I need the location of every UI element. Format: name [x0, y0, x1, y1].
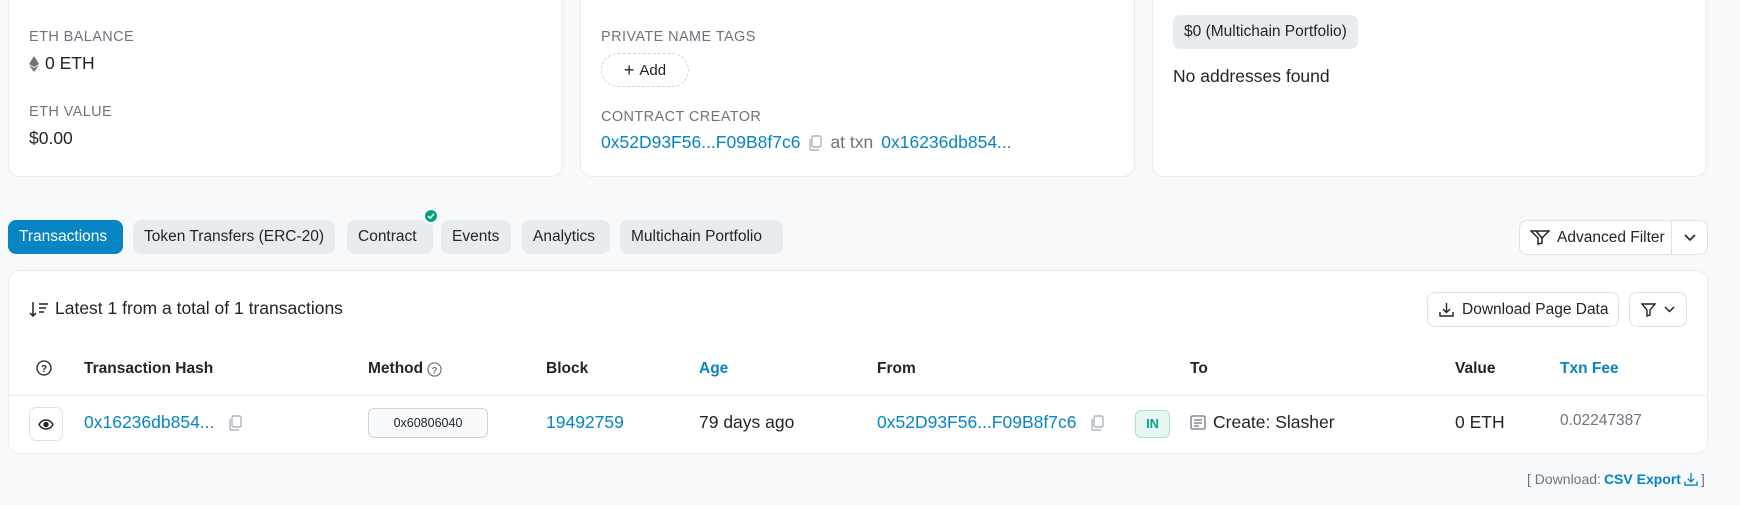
csv-export-link[interactable]: CSV Export — [1604, 471, 1681, 487]
block-link[interactable]: 19492759 — [546, 412, 624, 433]
to-cell: Create: Slasher — [1190, 412, 1335, 433]
advanced-filter-button[interactable]: Advanced Filter — [1520, 221, 1672, 254]
tab-transactions[interactable]: Transactions — [8, 220, 123, 254]
download-icon — [1439, 303, 1454, 317]
tab-events-label: Events — [452, 228, 500, 245]
preview-button[interactable] — [29, 407, 63, 441]
transactions-summary-text: Latest 1 from a total of 1 transactions — [55, 298, 343, 318]
th-block: Block — [546, 360, 589, 377]
advanced-filter-dropdown[interactable] — [1672, 233, 1707, 242]
private-tags-label: PRIVATE NAME TAGS — [601, 29, 756, 45]
transactions-summary: Latest 1 from a total of 1 transactions — [29, 298, 343, 319]
add-tag-label: Add — [639, 61, 667, 79]
question-circle-icon[interactable]: ? — [36, 360, 52, 376]
ethereum-icon — [29, 55, 39, 72]
portfolio-amount: $0 — [1184, 23, 1202, 40]
transactions-card: Latest 1 from a total of 1 transactions … — [8, 270, 1708, 454]
question-circle-icon[interactable]: ? — [427, 361, 442, 377]
multichain-card: $0 (Multichain Portfolio) No addresses f… — [1152, 0, 1707, 177]
csv-suffix: ] — [1700, 471, 1705, 487]
copy-icon[interactable] — [228, 414, 243, 431]
eye-icon — [38, 418, 54, 430]
th-to: To — [1190, 360, 1208, 377]
add-tag-button[interactable]: + Add — [601, 53, 689, 87]
csv-download-row: [ Download: CSV Export ] — [1527, 471, 1705, 487]
tab-contract-label: Contract — [358, 228, 417, 245]
th-method-label: Method — [368, 360, 424, 377]
th-value: Value — [1455, 360, 1496, 377]
svg-text:?: ? — [432, 365, 438, 375]
value-text: 0 ETH — [1455, 412, 1505, 432]
download-page-data-button[interactable]: Download Page Data — [1427, 292, 1619, 327]
th-txn-fee[interactable]: Txn Fee — [1560, 360, 1619, 378]
txn-fee-text: 0.02247387 — [1560, 412, 1642, 429]
no-addresses-text: No addresses found — [1173, 66, 1330, 86]
tab-analytics[interactable]: Analytics — [522, 220, 610, 254]
eth-balance-label: ETH BALANCE — [29, 29, 135, 45]
th-transaction-hash: Transaction Hash — [84, 360, 214, 377]
th-method: Method ? — [368, 360, 442, 378]
chevron-down-icon — [1664, 306, 1675, 313]
filter-funnel-icon — [1530, 230, 1550, 245]
direction-badge: IN — [1135, 410, 1170, 438]
eth-balance: 0 ETH — [29, 53, 95, 74]
download-page-data-label: Download Page Data — [1462, 300, 1609, 318]
tab-token-transfers-label: Token Transfers (ERC-20) — [144, 228, 325, 245]
sort-descending-icon — [29, 301, 48, 317]
tab-transactions-label: Transactions — [19, 228, 108, 245]
filter-icon — [1641, 302, 1656, 317]
contract-document-icon — [1190, 415, 1206, 430]
tab-contract[interactable]: Contract — [347, 208, 439, 254]
age-text: 79 days ago — [699, 412, 795, 432]
method-badge: 0x60806040 — [368, 408, 488, 438]
tab-token-transfers[interactable]: Token Transfers (ERC-20) — [133, 220, 335, 254]
tab-multichain-portfolio[interactable]: Multichain Portfolio — [620, 220, 783, 254]
header-divider — [9, 395, 1707, 396]
th-from: From — [877, 360, 916, 377]
tab-events[interactable]: Events — [441, 220, 511, 254]
table-row: 0x16236db854... — [84, 412, 243, 433]
multichain-portfolio-pill[interactable]: $0 (Multichain Portfolio) — [1173, 15, 1358, 49]
overview-card: ETH BALANCE 0 ETH ETH VALUE $0.00 — [8, 0, 563, 177]
svg-text:?: ? — [41, 364, 47, 375]
creator-address-link[interactable]: 0x52D93F56...F09B8f7c6 — [601, 132, 800, 153]
download-icon[interactable] — [1684, 472, 1698, 486]
tab-analytics-label: Analytics — [533, 228, 596, 245]
tx-hash-link[interactable]: 0x16236db854... — [84, 412, 214, 433]
verified-check-icon — [423, 208, 439, 224]
plus-icon: + — [623, 60, 635, 80]
copy-icon[interactable] — [808, 134, 823, 151]
creator-txn-link[interactable]: 0x16236db854... — [881, 132, 1011, 153]
table-filter-button[interactable] — [1629, 292, 1687, 327]
contract-creator-label: CONTRACT CREATOR — [601, 109, 762, 125]
from-address-link[interactable]: 0x52D93F56...F09B8f7c6 — [877, 412, 1076, 433]
eth-value-label: ETH VALUE — [29, 104, 113, 120]
to-contract-name: Create: Slasher — [1213, 412, 1335, 432]
help-column-header: ? — [36, 360, 52, 376]
copy-icon[interactable] — [1090, 414, 1105, 431]
from-cell: 0x52D93F56...F09B8f7c6 — [877, 412, 1105, 433]
advanced-filter: Advanced Filter — [1519, 220, 1708, 255]
at-txn-label: at txn — [830, 132, 874, 152]
advanced-filter-label: Advanced Filter — [1557, 228, 1665, 246]
more-info-card: PRIVATE NAME TAGS + Add CONTRACT CREATOR… — [580, 0, 1135, 177]
eth-balance-value: 0 ETH — [45, 53, 95, 73]
contract-creator-row: 0x52D93F56...F09B8f7c6 at txn 0x16236db8… — [601, 132, 1012, 153]
eth-value: $0.00 — [29, 128, 73, 148]
csv-prefix: [ Download: — [1527, 471, 1601, 487]
tab-multichain-portfolio-label: Multichain Portfolio — [631, 228, 762, 245]
th-age[interactable]: Age — [699, 360, 728, 378]
chevron-down-icon — [1683, 233, 1696, 241]
portfolio-label: (Multichain Portfolio) — [1205, 23, 1347, 40]
